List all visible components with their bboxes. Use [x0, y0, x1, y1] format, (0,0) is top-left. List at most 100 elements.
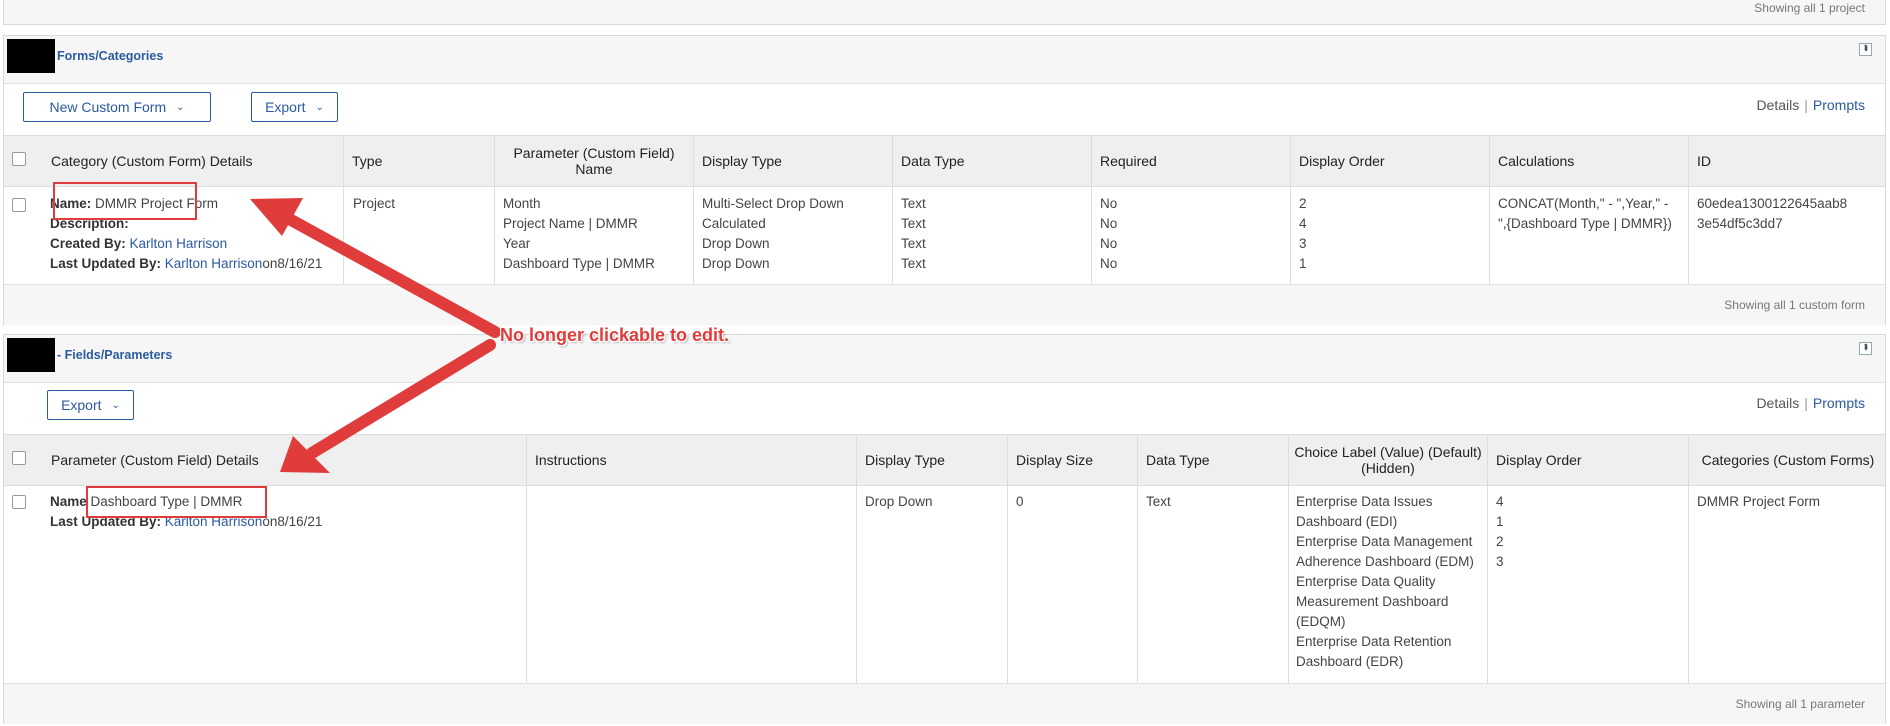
details-link[interactable]: Details: [1756, 97, 1799, 113]
select-all-checkbox[interactable]: [12, 152, 26, 166]
column-divider: [494, 135, 495, 284]
export-button[interactable]: Export ⌄: [251, 92, 338, 122]
row-checkbox[interactable]: [12, 495, 26, 509]
projects-footer-text: Showing all 1 project: [1754, 1, 1865, 15]
data-type-item: Text: [901, 216, 926, 231]
column-divider: [1091, 135, 1092, 284]
data-type-list: Text Text Text Text: [901, 194, 926, 274]
data-type-item: Text: [901, 236, 926, 251]
id-cell: 60edea1300122645aab8 3e54df5c3dd7: [1697, 194, 1847, 234]
row-checkbox[interactable]: [12, 198, 26, 212]
updated-by-link[interactable]: Karlton Harrison: [165, 256, 263, 271]
choice-line: Dashboard (EDR): [1296, 654, 1404, 669]
col-instructions[interactable]: Instructions: [527, 435, 856, 485]
new-custom-form-label: New Custom Form: [49, 99, 167, 115]
col-display-order[interactable]: Display Order: [1291, 136, 1489, 186]
forms-table-header: Category (Custom Form) Details Type Para…: [4, 135, 1885, 187]
col-type[interactable]: Type: [344, 136, 494, 186]
id-line: 3e54df5c3dd7: [1697, 216, 1783, 231]
column-divider: [343, 135, 344, 284]
id-line: 60edea1300122645aab8: [1697, 196, 1848, 211]
display-order-item: 4: [1496, 494, 1504, 509]
created-by-link[interactable]: Karlton Harrison: [130, 236, 228, 251]
separator: |: [1804, 97, 1808, 113]
forms-panel-title[interactable]: Forms/Categories: [57, 49, 163, 63]
parameter-item: Month: [503, 196, 541, 211]
prompts-link[interactable]: Prompts: [1813, 97, 1865, 113]
updated-by-label: Last Updated By:: [50, 256, 162, 271]
choice-line: Enterprise Data Retention: [1296, 634, 1452, 649]
column-divider: [1487, 434, 1488, 683]
column-divider: [1688, 135, 1689, 284]
col-categories[interactable]: Categories (Custom Forms): [1689, 435, 1887, 485]
export-button[interactable]: Export ⌄: [47, 390, 134, 420]
col-display-order[interactable]: Display Order: [1488, 435, 1688, 485]
fields-footer-text: Showing all 1 parameter: [1735, 697, 1865, 711]
required-list: No No No No: [1100, 194, 1117, 274]
col-display-size[interactable]: Display Size: [1008, 435, 1137, 485]
choice-line: (EDQM): [1296, 614, 1346, 629]
fields-table-header: Parameter (Custom Field) Details Instruc…: [4, 434, 1885, 486]
choice-line: Enterprise Data Issues: [1296, 494, 1433, 509]
collapse-icon[interactable]: ⮯: [1859, 43, 1872, 56]
column-divider: [1489, 135, 1490, 284]
redacted-block: [7, 338, 55, 372]
view-links: Details | Prompts: [1756, 97, 1865, 113]
column-divider: [856, 434, 857, 683]
col-data-type[interactable]: Data Type: [893, 136, 1091, 186]
highlight-parameter-name: [86, 486, 267, 518]
collapse-icon[interactable]: ⮯: [1859, 342, 1872, 355]
fields-panel-header: - Fields/Parameters ⮯: [4, 335, 1885, 383]
projects-panel: Showing all 1 project: [3, 0, 1886, 25]
prompts-link[interactable]: Prompts: [1813, 395, 1865, 411]
col-parameter-details[interactable]: Parameter (Custom Field) Details: [43, 435, 526, 485]
col-display-type[interactable]: Display Type: [694, 136, 892, 186]
fields-parameters-panel: - Fields/Parameters ⮯ Export ⌄ Details | P…: [3, 334, 1886, 724]
display-order-item: 4: [1299, 216, 1307, 231]
column-divider: [892, 135, 893, 284]
forms-footer-text: Showing all 1 custom form: [1724, 298, 1865, 312]
display-order-item: 2: [1299, 196, 1307, 211]
display-order-list: 2 4 3 1: [1299, 194, 1307, 274]
choice-line: Measurement Dashboard: [1296, 594, 1449, 609]
updated-on: on8/16/21: [262, 256, 323, 271]
choice-line: Dashboard (EDI): [1296, 514, 1398, 529]
choice-line: Enterprise Data Quality: [1296, 574, 1436, 589]
chevron-down-icon: ⌄: [315, 101, 324, 113]
name-label: Name: [50, 494, 87, 509]
new-custom-form-button[interactable]: New Custom Form ⌄: [23, 92, 211, 122]
display-type-item: Calculated: [702, 216, 766, 231]
col-choice-label[interactable]: Choice Label (Value) (Default) (Hidden): [1289, 435, 1487, 485]
display-type-item: Drop Down: [702, 256, 770, 271]
separator: |: [1804, 395, 1808, 411]
display-order-item: 3: [1496, 554, 1504, 569]
data-type-item: Text: [901, 256, 926, 271]
highlight-form-name: [53, 182, 197, 220]
fields-panel-title[interactable]: - Fields/Parameters: [57, 348, 172, 362]
col-parameter-name[interactable]: Parameter (Custom Field) Name: [495, 136, 693, 186]
display-size-cell: 0: [1016, 494, 1024, 509]
required-item: No: [1100, 236, 1118, 251]
col-category-details[interactable]: Category (Custom Form) Details: [43, 136, 343, 186]
col-id[interactable]: ID: [1689, 136, 1879, 186]
details-link[interactable]: Details: [1756, 395, 1799, 411]
type-cell: Project: [353, 196, 396, 211]
column-divider: [1688, 434, 1689, 683]
column-divider: [1137, 434, 1138, 683]
select-all-checkbox[interactable]: [12, 451, 26, 465]
display-order-item: 2: [1496, 534, 1504, 549]
display-type-item: Multi-Select Drop Down: [702, 196, 844, 211]
col-calculations[interactable]: Calculations: [1490, 136, 1688, 186]
calculation-line: CONCAT(Month," - ",Year," -: [1498, 196, 1669, 211]
calculation-line: ",{Dashboard Type | DMMR}): [1498, 216, 1672, 231]
chevron-down-icon: ⌄: [111, 399, 120, 411]
display-order-item: 1: [1496, 514, 1504, 529]
export-label: Export: [265, 99, 306, 115]
view-links: Details | Prompts: [1756, 395, 1865, 411]
data-type-item: Text: [901, 196, 926, 211]
col-required[interactable]: Required: [1092, 136, 1290, 186]
forms-table-footer: Showing all 1 custom form: [4, 284, 1885, 325]
col-display-type[interactable]: Display Type: [857, 435, 1007, 485]
created-by-label: Created By:: [50, 236, 126, 251]
col-data-type[interactable]: Data Type: [1138, 435, 1288, 485]
